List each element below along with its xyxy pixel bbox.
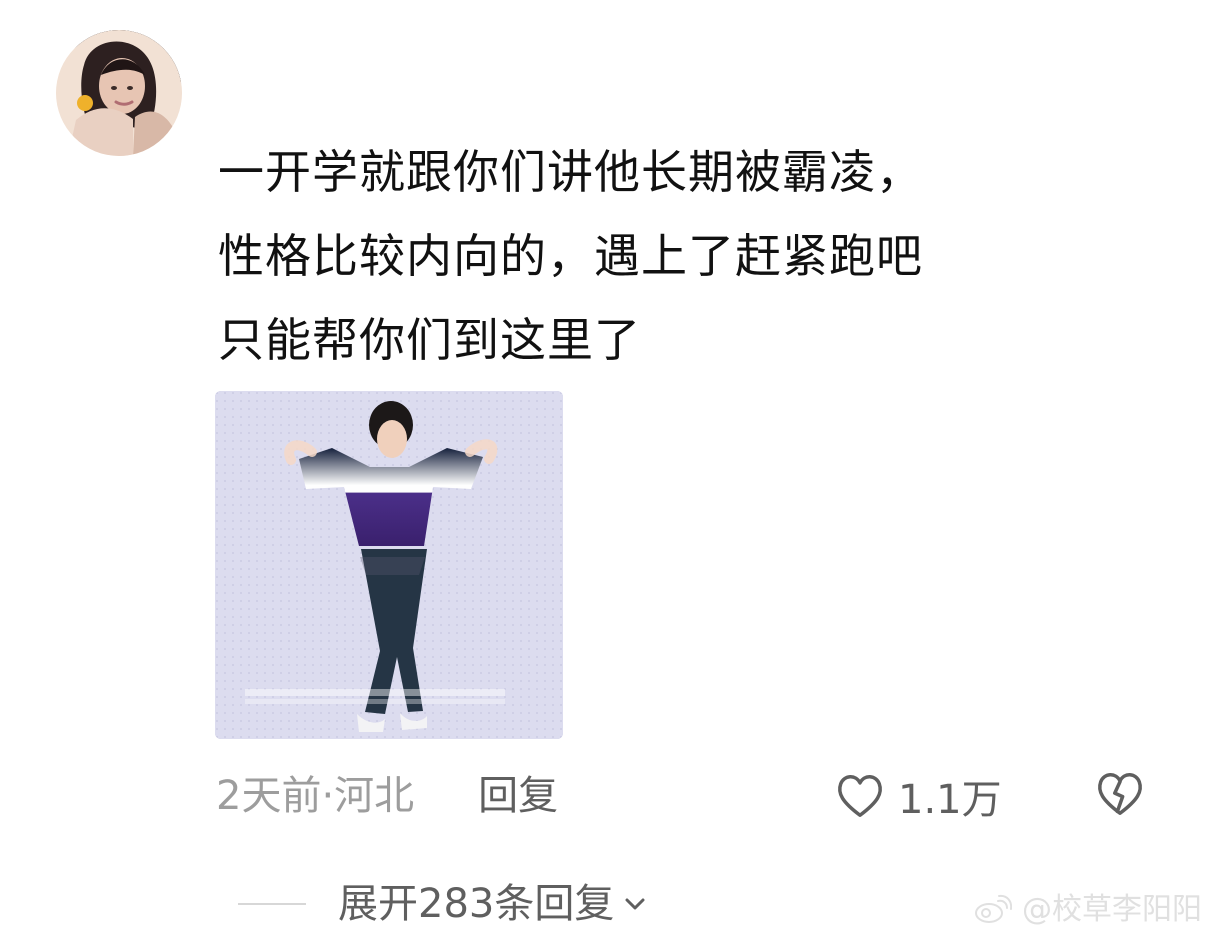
dislike-button[interactable]: [1092, 766, 1148, 822]
expand-divider: [238, 903, 306, 905]
broken-heart-icon: [1098, 773, 1142, 815]
like-count: 1.1万: [898, 777, 1002, 823]
chevron-down-icon: [625, 898, 645, 910]
comment-media[interactable]: [215, 391, 563, 739]
watermark-text: @校草李阳阳: [1022, 892, 1202, 927]
reply-button[interactable]: 回复: [478, 766, 558, 826]
heart-outline-icon: [838, 775, 882, 817]
avatar[interactable]: [56, 30, 182, 156]
weibo-icon: [975, 894, 1012, 923]
avatar-icon: [56, 30, 182, 156]
media-image: [215, 391, 563, 739]
expand-label: 展开283条回复: [338, 881, 615, 927]
expand-replies[interactable]: 展开283条回复: [238, 874, 648, 934]
meta-separator: ·: [321, 773, 335, 819]
comment-meta: 2天前 · 河北 回复: [216, 766, 558, 826]
comment-time: 2天前: [216, 773, 322, 819]
comment-location: 河北: [334, 773, 415, 819]
comment-text: 一开学就跟你们讲他长期被霸凌， 性格比较内向的，遇上了赶紧跑吧 只能帮你们到这里…: [218, 145, 923, 367]
watermark: @校草李阳阳: [972, 890, 1202, 930]
like-button[interactable]: 1.1万: [832, 766, 1002, 826]
